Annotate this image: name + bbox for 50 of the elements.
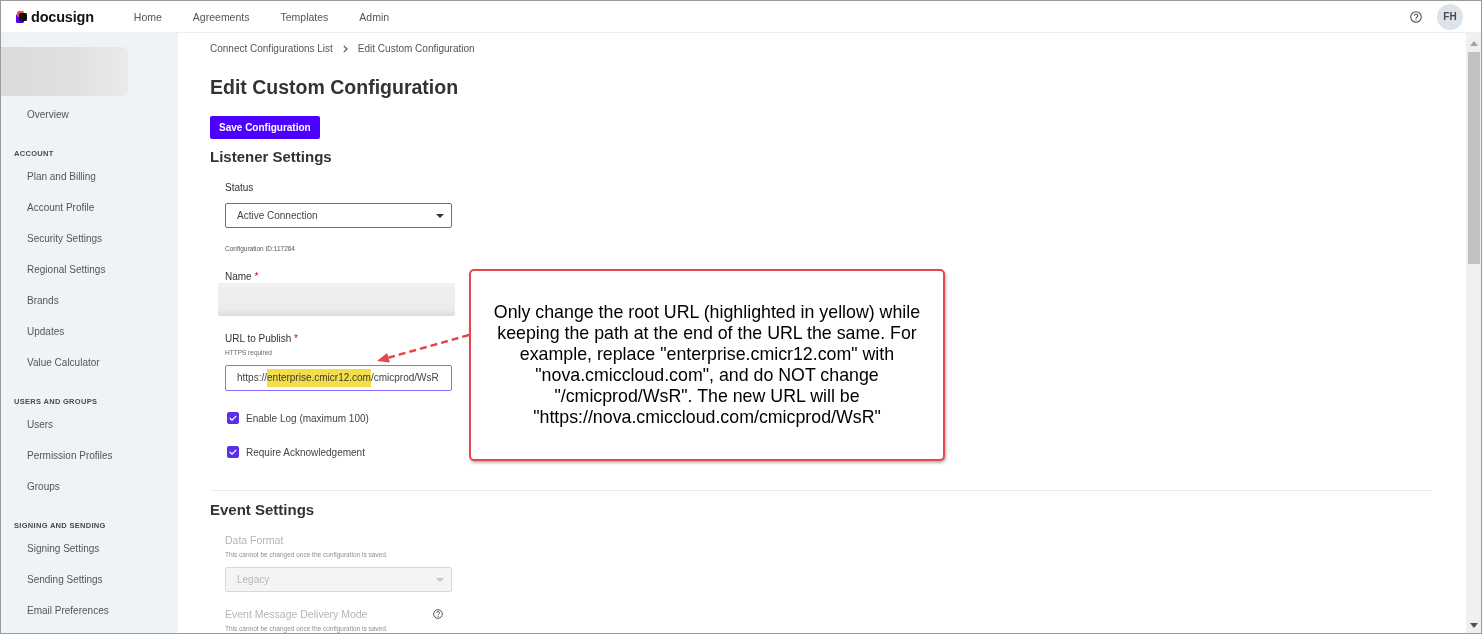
nav-link[interactable]: Admin — [359, 10, 390, 23]
logo-wordmark[interactable]: docusign — [31, 8, 94, 25]
sidebar-item[interactable]: Plan and Billing — [27, 171, 96, 182]
sidebar-item[interactable]: Groups — [27, 481, 60, 492]
field-label: Event Message Delivery Mode — [225, 608, 368, 620]
sidebar-item[interactable]: Overview — [27, 109, 69, 120]
sidebar-item[interactable]: Brands — [27, 295, 59, 306]
save-button[interactable]: Save Configuration — [210, 116, 320, 140]
sidebar-item[interactable]: Users — [27, 419, 54, 430]
nav-link[interactable]: Agreements — [192, 10, 250, 23]
sidebar-item[interactable]: Security Settings — [27, 233, 103, 244]
breadcrumb-link[interactable]: Connect Configurations List — [210, 43, 333, 55]
checkbox[interactable] — [227, 412, 239, 425]
user-avatar[interactable]: FH — [1437, 3, 1463, 30]
field-label: Status — [225, 182, 254, 195]
chevron-icon — [342, 44, 348, 53]
status-dropdown[interactable]: Active Connection — [225, 203, 452, 229]
logo-icon[interactable] — [16, 10, 28, 23]
scrollbar-thumb[interactable] — [1467, 52, 1480, 264]
field-label: URL to Publish * — [225, 333, 298, 346]
field-label: Name * — [225, 271, 259, 284]
scrollbar[interactable] — [1466, 33, 1481, 633]
nav-link[interactable]: Home — [133, 10, 162, 23]
sidebar-item[interactable]: Value Calculator — [27, 357, 100, 368]
section-heading: Event Settings — [210, 501, 315, 519]
nav-link[interactable]: Templates — [280, 10, 329, 23]
checkbox-label: Enable Log (maximum 100) — [246, 412, 369, 424]
page-title: Edit Custom Configuration — [210, 75, 459, 100]
check-icon — [229, 415, 237, 422]
caret-icon — [436, 577, 444, 582]
sidebar-item[interactable]: Regional Settings — [27, 264, 106, 275]
text-highlight: enterprise.cmicr12.com — [267, 369, 371, 388]
format-dropdown: Legacy — [225, 567, 452, 592]
sidebar-item[interactable]: Permission Profiles — [27, 450, 113, 461]
sidebar-item[interactable]: Email Preferences — [27, 605, 109, 616]
section-heading: Listener Settings — [210, 148, 332, 167]
checkbox-label: Require Acknowledgement — [246, 446, 365, 458]
breadcrumb-current: Edit Custom Configuration — [357, 43, 475, 55]
callout-text: Only change the root URL (highlighted in yellow) while keeping the path at the end of the URL the same. For example, replace "enterprise.cmicr12.com" with "nova.cmiccloud.com", and do NOT change "/cmicprod/WsR". The new URL will be "https://nova.cmiccloud.com/cmicprod/WsR" — [492, 302, 922, 428]
sidebar-item[interactable]: Sending Settings — [27, 574, 103, 585]
help-icon[interactable] — [1410, 10, 1422, 23]
sidebar-item[interactable]: Account Profile — [27, 202, 95, 213]
sidebar-item[interactable]: Updates — [27, 326, 65, 337]
check-icon — [229, 449, 237, 456]
blurred-name-field[interactable] — [218, 283, 455, 317]
scroll-down-icon[interactable] — [1469, 623, 1478, 628]
sidebar-item[interactable]: Signing Settings — [27, 543, 100, 554]
checkbox[interactable] — [227, 446, 239, 459]
caret-icon — [436, 213, 444, 218]
field-label: Data Format — [225, 534, 284, 546]
